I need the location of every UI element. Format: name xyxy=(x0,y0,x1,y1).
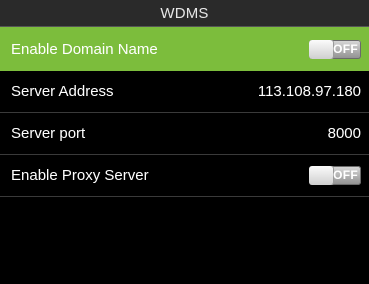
setting-row-server-port[interactable]: Server port 8000 xyxy=(0,113,369,155)
toggle-state: OFF xyxy=(333,168,358,182)
toggle-knob xyxy=(309,39,333,59)
setting-row-enable-domain-name[interactable]: Enable Domain Name OFF xyxy=(0,27,369,71)
page-title: WDMS xyxy=(160,4,209,22)
setting-label: Enable Proxy Server xyxy=(11,167,149,184)
enable-domain-name-toggle[interactable]: OFF xyxy=(309,39,361,59)
setting-row-enable-proxy-server[interactable]: Enable Proxy Server OFF xyxy=(0,155,369,197)
server-port-value: 8000 xyxy=(327,125,361,142)
enable-proxy-server-toggle[interactable]: OFF xyxy=(309,166,361,185)
setting-row-server-address[interactable]: Server Address 113.108.97.180 xyxy=(0,71,369,113)
toggle-knob xyxy=(309,166,333,185)
server-address-value: 113.108.97.180 xyxy=(257,83,361,100)
setting-label: Enable Domain Name xyxy=(11,40,158,58)
settings-list: Enable Domain Name OFF Server Address 11… xyxy=(0,27,369,197)
setting-label: Server Address xyxy=(11,83,114,100)
setting-label: Server port xyxy=(11,125,86,142)
title-bar: WDMS xyxy=(0,0,369,27)
toggle-state: OFF xyxy=(333,41,358,56)
